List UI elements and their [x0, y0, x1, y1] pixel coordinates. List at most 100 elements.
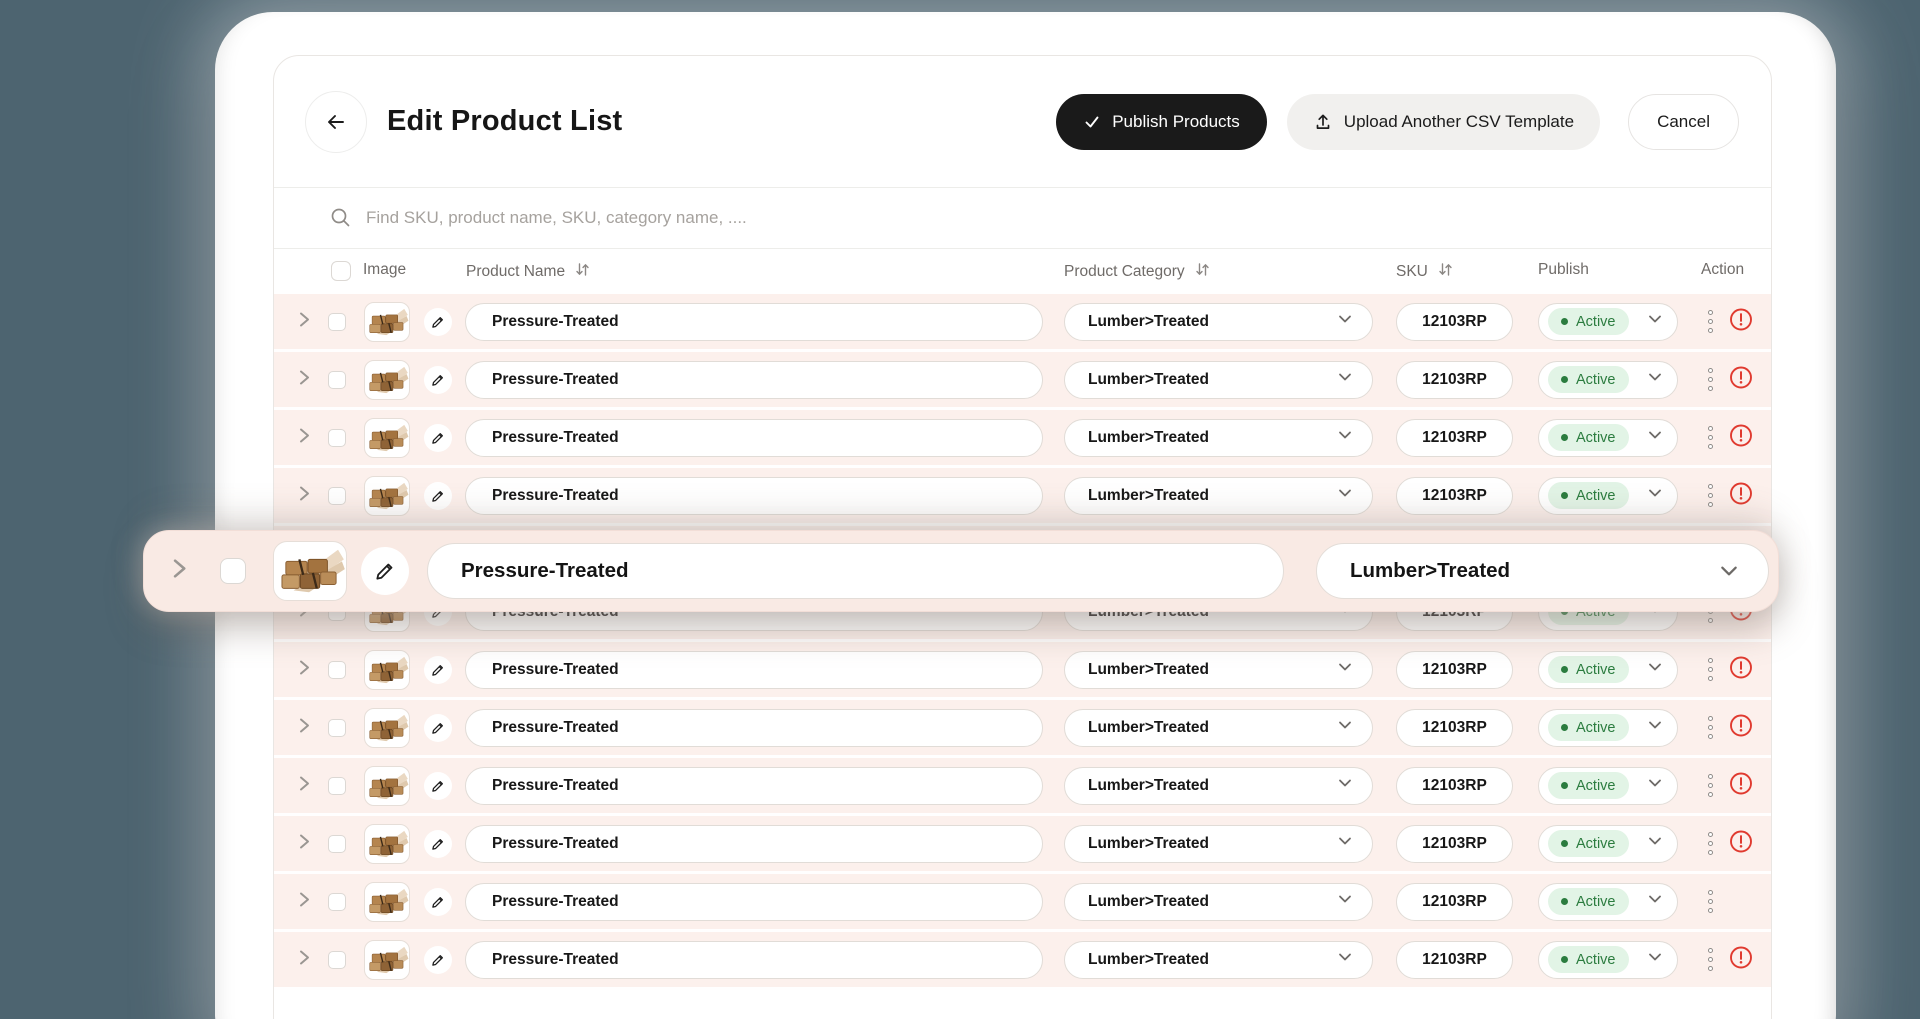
- publish-status-dropdown[interactable]: Active: [1538, 883, 1678, 921]
- row-menu-button[interactable]: [1699, 943, 1721, 977]
- row-checkbox[interactable]: [328, 719, 346, 737]
- row-checkbox[interactable]: [328, 777, 346, 795]
- row-checkbox[interactable]: [328, 893, 346, 911]
- row-expand-button[interactable]: [296, 715, 312, 740]
- row-alert-button[interactable]: [1729, 771, 1753, 800]
- product-name-input[interactable]: [465, 709, 1043, 747]
- row-checkbox[interactable]: [328, 951, 346, 969]
- sku-field[interactable]: 12103RP: [1396, 767, 1513, 805]
- edit-product-button[interactable]: [424, 888, 452, 916]
- dragged-row[interactable]: Lumber>Treated: [143, 530, 1779, 612]
- row-checkbox[interactable]: [328, 835, 346, 853]
- category-dropdown[interactable]: Lumber>Treated: [1064, 709, 1373, 747]
- row-expand-button[interactable]: [296, 309, 312, 334]
- alert-icon[interactable]: [1729, 307, 1753, 331]
- row-checkbox[interactable]: [328, 371, 346, 389]
- sku-field[interactable]: 12103RP: [1396, 419, 1513, 457]
- cancel-button[interactable]: Cancel: [1628, 94, 1739, 150]
- publish-status-dropdown[interactable]: Active: [1538, 361, 1678, 399]
- row-alert-button[interactable]: [1729, 365, 1753, 394]
- edit-product-button[interactable]: [424, 366, 452, 394]
- category-dropdown[interactable]: Lumber>Treated: [1064, 825, 1373, 863]
- row-alert-button[interactable]: [1729, 945, 1753, 974]
- category-dropdown[interactable]: Lumber>Treated: [1064, 941, 1373, 979]
- sort-icon[interactable]: [1194, 261, 1211, 278]
- row-alert-button[interactable]: [1729, 713, 1753, 742]
- alert-icon[interactable]: [1729, 423, 1753, 447]
- product-name-input[interactable]: [465, 941, 1043, 979]
- publish-status-dropdown[interactable]: Active: [1538, 941, 1678, 979]
- row-alert-button[interactable]: [1729, 655, 1753, 684]
- category-dropdown[interactable]: Lumber>Treated: [1064, 361, 1373, 399]
- publish-status-dropdown[interactable]: Active: [1538, 767, 1678, 805]
- row-expand-button[interactable]: [296, 483, 312, 508]
- row-menu-button[interactable]: [1699, 827, 1721, 861]
- row-checkbox[interactable]: [328, 487, 346, 505]
- row-alert-button[interactable]: [1729, 481, 1753, 510]
- row-menu-button[interactable]: [1699, 363, 1721, 397]
- alert-icon[interactable]: [1729, 655, 1753, 679]
- row-expand-button[interactable]: [296, 889, 312, 914]
- row-menu-button[interactable]: [1699, 885, 1721, 919]
- alert-icon[interactable]: [1729, 713, 1753, 737]
- row-checkbox[interactable]: [328, 661, 346, 679]
- row-alert-button[interactable]: [1729, 829, 1753, 858]
- row-menu-button[interactable]: [1699, 479, 1721, 513]
- publish-status-dropdown[interactable]: Active: [1538, 651, 1678, 689]
- upload-csv-button[interactable]: Upload Another CSV Template: [1287, 94, 1600, 150]
- edit-product-button[interactable]: [424, 946, 452, 974]
- publish-status-dropdown[interactable]: Active: [1538, 303, 1678, 341]
- row-expand-button[interactable]: [296, 657, 312, 682]
- product-name-input[interactable]: [465, 651, 1043, 689]
- sku-field[interactable]: 12103RP: [1396, 361, 1513, 399]
- row-alert-button[interactable]: [1729, 307, 1753, 336]
- row-alert-button[interactable]: [1729, 423, 1753, 452]
- row-menu-button[interactable]: [1699, 769, 1721, 803]
- edit-product-button[interactable]: [424, 830, 452, 858]
- alert-icon[interactable]: [1729, 365, 1753, 389]
- alert-icon[interactable]: [1729, 481, 1753, 505]
- sku-field[interactable]: 12103RP: [1396, 883, 1513, 921]
- sku-field[interactable]: 12103RP: [1396, 477, 1513, 515]
- publish-status-dropdown[interactable]: Active: [1538, 419, 1678, 457]
- product-name-input[interactable]: [465, 361, 1043, 399]
- publish-status-dropdown[interactable]: Active: [1538, 477, 1678, 515]
- sort-icon[interactable]: [1437, 261, 1454, 278]
- category-dropdown[interactable]: Lumber>Treated: [1064, 303, 1373, 341]
- category-dropdown[interactable]: Lumber>Treated: [1064, 477, 1373, 515]
- sku-field[interactable]: 12103RP: [1396, 651, 1513, 689]
- sku-field[interactable]: 12103RP: [1396, 303, 1513, 341]
- search-input[interactable]: [366, 187, 1666, 248]
- row-checkbox[interactable]: [328, 313, 346, 331]
- category-dropdown[interactable]: Lumber>Treated: [1064, 883, 1373, 921]
- row-menu-button[interactable]: [1699, 421, 1721, 455]
- row-menu-button[interactable]: [1699, 305, 1721, 339]
- publish-status-dropdown[interactable]: Active: [1538, 709, 1678, 747]
- row-expand-button[interactable]: [296, 367, 312, 392]
- sku-field[interactable]: 12103RP: [1396, 941, 1513, 979]
- category-dropdown[interactable]: Lumber>Treated: [1316, 543, 1769, 599]
- product-name-input[interactable]: [465, 303, 1043, 341]
- row-expand-button[interactable]: [168, 556, 190, 587]
- edit-product-button[interactable]: [424, 482, 452, 510]
- alert-icon[interactable]: [1729, 945, 1753, 969]
- row-menu-button[interactable]: [1699, 711, 1721, 745]
- row-checkbox[interactable]: [328, 429, 346, 447]
- product-name-input[interactable]: [465, 477, 1043, 515]
- edit-product-button[interactable]: [424, 308, 452, 336]
- product-name-input[interactable]: [465, 825, 1043, 863]
- publish-products-button[interactable]: Publish Products: [1056, 94, 1267, 150]
- sku-field[interactable]: 12103RP: [1396, 709, 1513, 747]
- alert-icon[interactable]: [1729, 829, 1753, 853]
- row-expand-button[interactable]: [296, 947, 312, 972]
- row-checkbox[interactable]: [220, 558, 246, 584]
- edit-product-button[interactable]: [424, 424, 452, 452]
- product-name-input[interactable]: [427, 543, 1284, 599]
- row-expand-button[interactable]: [296, 831, 312, 856]
- sku-field[interactable]: 12103RP: [1396, 825, 1513, 863]
- category-dropdown[interactable]: Lumber>Treated: [1064, 651, 1373, 689]
- edit-product-button[interactable]: [424, 656, 452, 684]
- product-name-input[interactable]: [465, 767, 1043, 805]
- edit-product-button[interactable]: [424, 714, 452, 742]
- edit-product-button[interactable]: [424, 772, 452, 800]
